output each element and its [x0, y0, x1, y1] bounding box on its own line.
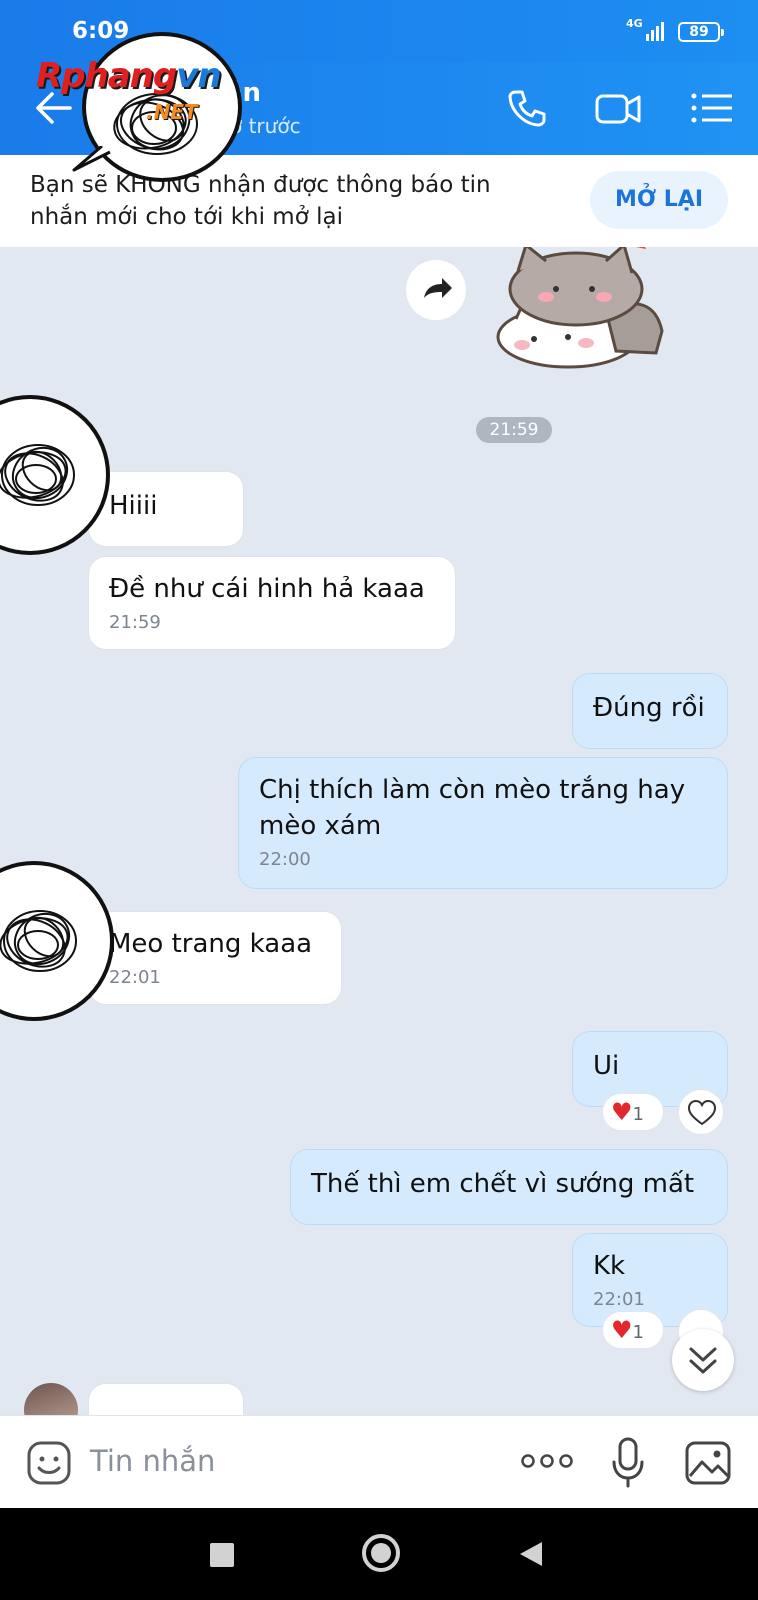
message-text: Kk — [593, 1251, 626, 1281]
message-time: 22:00 — [259, 849, 311, 870]
more-dots-icon[interactable] — [520, 1446, 574, 1476]
message-bubble-incoming[interactable]: Meo trang kaaa 22:01 — [88, 911, 342, 1005]
heart-icon: ♥ — [611, 1316, 633, 1344]
message-text: Đề như cái hinh hả kaaa — [109, 574, 425, 604]
battery-indicator: 89 — [678, 22, 724, 42]
emoji-icon[interactable] — [26, 1440, 72, 1486]
message-bubble-incoming[interactable] — [88, 1383, 244, 1415]
message-text: Chị thích làm còn mèo trắng hay mèo xám — [259, 775, 686, 841]
forward-button[interactable] — [406, 260, 466, 320]
video-camera-icon[interactable] — [594, 84, 642, 132]
image-icon[interactable] — [684, 1440, 732, 1486]
message-list[interactable]: 21:59 Hiiii Đề như cái hinh hả kaaa 21:5… — [0, 247, 758, 1415]
network-type: 4G — [626, 17, 643, 30]
home-button[interactable] — [362, 1534, 400, 1572]
mute-notice-text: Bạn sẽ KHÔNG nhận được thông báo tin nhắ… — [30, 172, 491, 230]
time-divider: 21:59 — [476, 417, 552, 443]
message-bubble-outgoing[interactable]: Thế thì em chết vì sướng mất — [290, 1149, 728, 1225]
reaction-count: 1 — [632, 1322, 644, 1343]
system-back-button[interactable] — [520, 1542, 542, 1566]
sender-avatar[interactable] — [24, 1383, 78, 1415]
reopen-button[interactable]: MỞ LẠI — [590, 171, 728, 229]
message-bubble-outgoing[interactable]: Chị thích làm còn mèo trắng hay mèo xám … — [238, 757, 728, 889]
message-text: Đúng rồi — [593, 693, 705, 723]
reaction-badge[interactable]: ♥1 — [602, 1093, 664, 1131]
scribble-avatar-icon — [0, 910, 77, 972]
heart-icon: ♥ — [611, 1098, 633, 1126]
message-time: 22:01 — [593, 1289, 645, 1310]
sender-avatar[interactable] — [0, 395, 110, 555]
double-chevron-down-icon — [689, 1347, 717, 1374]
message-time: 21:59 — [109, 612, 161, 633]
watermark-logo: Rphangvn — [36, 56, 222, 96]
phone-icon[interactable] — [502, 84, 550, 132]
signal-icon — [646, 22, 664, 41]
microphone-icon[interactable] — [610, 1436, 646, 1488]
status-time: 6:09 — [72, 18, 130, 44]
message-input[interactable]: Tin nhắn — [90, 1444, 215, 1478]
message-bubble-incoming[interactable]: Hiiii — [88, 471, 244, 547]
message-text: Hiiii — [109, 491, 158, 521]
reaction-count: 1 — [632, 1104, 644, 1125]
scroll-to-bottom-button[interactable] — [672, 1329, 734, 1391]
system-nav-bar — [0, 1508, 758, 1600]
sender-avatar[interactable] — [0, 861, 114, 1021]
watermark-net: .NET — [146, 100, 198, 124]
scribble-avatar-icon — [113, 93, 198, 155]
message-text: Thế thì em chết vì sướng mất — [311, 1169, 695, 1199]
message-text: Meo trang kaaa — [109, 929, 313, 959]
cat-sticker[interactable] — [496, 247, 676, 371]
scribble-avatar-icon — [0, 444, 75, 506]
reaction-badge[interactable]: ♥1 — [602, 1311, 664, 1349]
heart-outline-icon — [687, 1099, 717, 1126]
mute-notice-banner: Bạn sẽ KHÔNG nhận được thông báo tin nhắ… — [0, 155, 758, 247]
message-bubble-incoming[interactable]: Đề như cái hinh hả kaaa 21:59 — [88, 556, 456, 650]
message-time: 22:01 — [109, 967, 161, 988]
list-menu-icon[interactable] — [688, 84, 736, 132]
react-button[interactable] — [678, 1089, 724, 1135]
message-text: Ui — [593, 1051, 620, 1081]
message-input-bar: Tin nhắn — [0, 1415, 758, 1508]
forward-icon — [424, 278, 452, 298]
message-bubble-outgoing[interactable]: Đúng rồi — [572, 673, 728, 749]
recent-apps-button[interactable] — [210, 1543, 234, 1567]
